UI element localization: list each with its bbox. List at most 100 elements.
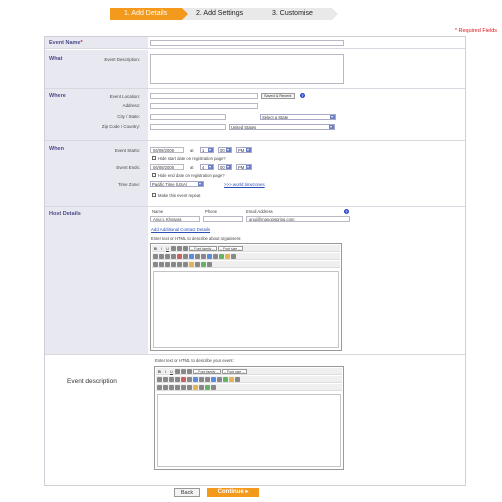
back-button[interactable]: Back: [174, 488, 200, 497]
align-center-icon[interactable]: [159, 253, 164, 259]
special-char-icon[interactable]: [207, 261, 212, 267]
font-size-select[interactable]: -- Font size --: [217, 245, 243, 251]
underline-button[interactable]: U: [165, 246, 170, 251]
column-icon[interactable]: [165, 261, 170, 267]
image-icon[interactable]: [219, 253, 224, 259]
end-hour-select[interactable]: 4: [200, 164, 214, 170]
cut-icon[interactable]: [181, 376, 186, 382]
city-input[interactable]: [150, 114, 226, 120]
highlight-icon[interactable]: [201, 261, 206, 267]
font-color-icon[interactable]: [199, 384, 204, 390]
font-family-select[interactable]: -- Font family --: [189, 245, 217, 251]
end-ampm-select[interactable]: PM: [236, 164, 252, 170]
row-icon[interactable]: [159, 261, 164, 267]
bullet-list-icon[interactable]: [175, 368, 180, 374]
redo-icon[interactable]: [201, 253, 206, 259]
step-customise[interactable]: 3. Customise: [258, 8, 338, 20]
align-left-icon[interactable]: [157, 376, 162, 382]
emoticon-icon[interactable]: [189, 261, 194, 267]
font-size-select[interactable]: -- Font size --: [221, 368, 247, 374]
subscript-icon[interactable]: [181, 384, 186, 390]
link-icon[interactable]: [207, 253, 212, 259]
hr-icon[interactable]: [175, 384, 180, 390]
event-description-editor: B I U -- Font family -- -- Font size --: [154, 366, 344, 470]
indent-icon[interactable]: [183, 245, 188, 251]
hide-end-checkbox[interactable]: [152, 173, 156, 177]
highlight-icon[interactable]: [205, 384, 210, 390]
bold-button[interactable]: B: [157, 369, 162, 374]
clean-icon[interactable]: [225, 253, 230, 259]
event-description-textarea[interactable]: [150, 54, 344, 84]
font-family-select[interactable]: -- Font family --: [193, 368, 221, 374]
paste-icon[interactable]: [193, 376, 198, 382]
world-timezones-link[interactable]: >>> world timezones: [224, 182, 265, 187]
align-center-icon[interactable]: [163, 376, 168, 382]
subscript-icon[interactable]: [177, 261, 182, 267]
time-zone-select[interactable]: Pacific Time (USA): [150, 181, 204, 187]
cut-icon[interactable]: [177, 253, 182, 259]
country-select[interactable]: United States: [229, 124, 335, 130]
organisers-text-area[interactable]: [153, 271, 339, 348]
host-email-input[interactable]: anuj@mangospring.com: [246, 216, 350, 222]
undo-icon[interactable]: [199, 376, 204, 382]
superscript-icon[interactable]: [183, 261, 188, 267]
justify-icon[interactable]: [175, 376, 180, 382]
help-icon[interactable]: ?: [344, 209, 349, 214]
copy-icon[interactable]: [187, 376, 192, 382]
align-left-icon[interactable]: [153, 253, 158, 259]
event-description-text-area[interactable]: [157, 394, 341, 467]
italic-button[interactable]: I: [163, 369, 168, 374]
unlink-icon[interactable]: [213, 253, 218, 259]
event-location-input[interactable]: [150, 93, 258, 99]
continue-button[interactable]: Continue ▸: [207, 488, 259, 497]
start-hour-select[interactable]: 1: [200, 147, 214, 153]
saved-venues-button[interactable]: Saved & Recent: [261, 93, 295, 99]
repeat-checkbox[interactable]: [152, 193, 156, 197]
start-date-input[interactable]: 06/09/2008: [150, 147, 184, 153]
step-add-settings[interactable]: 2. Add Settings: [182, 8, 264, 20]
bullet-list-icon[interactable]: [171, 245, 176, 251]
align-right-icon[interactable]: [169, 376, 174, 382]
image-icon[interactable]: [223, 376, 228, 382]
superscript-icon[interactable]: [187, 384, 192, 390]
host-name-input[interactable]: Anuj L Khosara: [150, 216, 200, 222]
clean-icon[interactable]: [229, 376, 234, 382]
indent-icon[interactable]: [187, 368, 192, 374]
event-name-input[interactable]: [150, 40, 344, 46]
state-select[interactable]: Select a State: [260, 114, 336, 120]
hr-icon[interactable]: [171, 261, 176, 267]
step-add-details[interactable]: 1. Add Details: [110, 8, 188, 20]
end-minute-select[interactable]: 00: [218, 164, 232, 170]
host-phone-input[interactable]: [203, 216, 243, 222]
address-input[interactable]: [150, 103, 258, 109]
numbered-list-icon[interactable]: [177, 245, 182, 251]
italic-button[interactable]: I: [159, 246, 164, 251]
underline-button[interactable]: U: [169, 369, 174, 374]
table-icon[interactable]: [157, 384, 162, 390]
end-date-input[interactable]: 06/09/2008: [150, 164, 184, 170]
column-icon[interactable]: [169, 384, 174, 390]
add-contact-link[interactable]: Add Additional Contact Details: [151, 227, 210, 232]
font-color-icon[interactable]: [195, 261, 200, 267]
numbered-list-icon[interactable]: [181, 368, 186, 374]
html-icon[interactable]: [231, 253, 236, 259]
emoticon-icon[interactable]: [193, 384, 198, 390]
hide-start-checkbox[interactable]: [152, 156, 156, 160]
help-icon[interactable]: ?: [300, 93, 305, 98]
align-right-icon[interactable]: [165, 253, 170, 259]
start-ampm-select[interactable]: PM: [236, 147, 252, 153]
paste-icon[interactable]: [189, 253, 194, 259]
table-icon[interactable]: [153, 261, 158, 267]
unlink-icon[interactable]: [217, 376, 222, 382]
justify-icon[interactable]: [171, 253, 176, 259]
html-icon[interactable]: [235, 376, 240, 382]
copy-icon[interactable]: [183, 253, 188, 259]
zip-code-input[interactable]: [150, 124, 226, 130]
bold-button[interactable]: B: [153, 246, 158, 251]
undo-icon[interactable]: [195, 253, 200, 259]
link-icon[interactable]: [211, 376, 216, 382]
redo-icon[interactable]: [205, 376, 210, 382]
special-char-icon[interactable]: [211, 384, 216, 390]
start-minute-select[interactable]: 00: [218, 147, 232, 153]
row-icon[interactable]: [163, 384, 168, 390]
